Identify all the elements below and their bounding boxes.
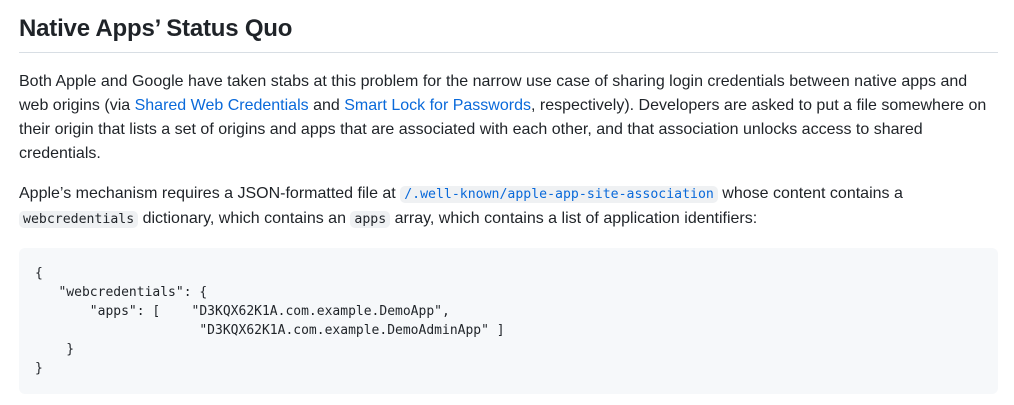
inline-code-webcredentials: webcredentials <box>19 211 139 228</box>
shared-web-credentials-link[interactable]: Shared Web Credentials <box>135 97 309 114</box>
section-heading: Native Apps’ Status Quo <box>19 0 998 53</box>
text: Apple’s mechanism requires a JSON-format… <box>19 185 401 202</box>
inline-code-path: /.well-known/apple-app-site-association <box>400 186 718 203</box>
inline-code-apps: apps <box>350 211 391 228</box>
text: array, which contains a list of applicat… <box>390 210 758 227</box>
smart-lock-link[interactable]: Smart Lock for Passwords <box>344 97 531 114</box>
text: and <box>308 97 345 114</box>
paragraph-mechanism: Apple’s mechanism requires a JSON-format… <box>19 182 998 232</box>
text: dictionary, which contains an <box>138 210 351 227</box>
json-code-block: { "webcredentials": { "apps": [ "D3KQX62… <box>19 248 998 394</box>
document: Native Apps’ Status Quo Both Apple and G… <box>0 0 1014 394</box>
text: whose content contains a <box>717 185 903 202</box>
paragraph-intro: Both Apple and Google have taken stabs a… <box>19 70 998 166</box>
